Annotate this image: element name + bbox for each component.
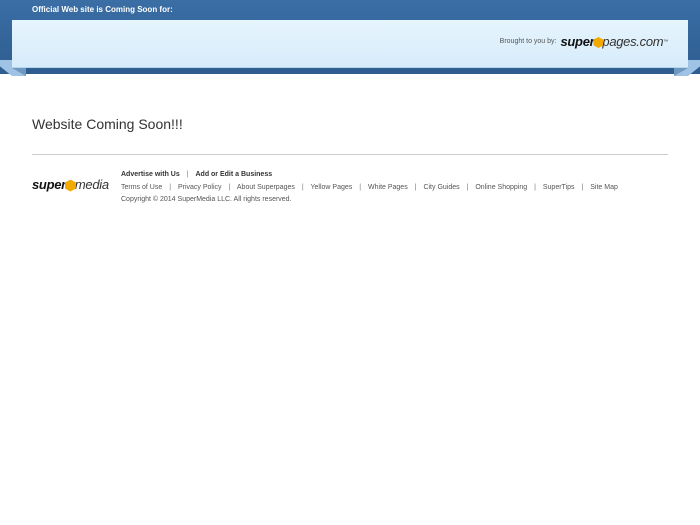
- link-separator: |: [228, 183, 231, 191]
- supertips-link[interactable]: SuperTips: [543, 184, 575, 191]
- link-separator: |: [186, 171, 189, 178]
- copyright-text: Copyright © 2014 SuperMedia LLC. All rig…: [121, 196, 292, 203]
- link-separator: |: [359, 183, 362, 191]
- brought-to-you-by: Brought to you by: super pages.com ™: [499, 34, 669, 49]
- advertise-link[interactable]: Advertise with Us: [121, 171, 180, 178]
- footer-links: Advertise with Us | Add or Edit a Busine…: [121, 169, 618, 207]
- page-headline: Website Coming Soon!!!: [32, 116, 183, 132]
- footer-secondary-links: Terms of Use | Privacy Policy | About Su…: [121, 182, 618, 195]
- online-shopping-link[interactable]: Online Shopping: [475, 184, 527, 191]
- privacy-policy-link[interactable]: Privacy Policy: [178, 184, 222, 191]
- link-separator: |: [414, 183, 417, 191]
- link-separator: |: [534, 183, 536, 191]
- trademark-mark: ™: [663, 38, 668, 45]
- city-guides-link[interactable]: City Guides: [423, 184, 459, 191]
- brought-label: Brought to you by:: [499, 38, 557, 45]
- superpages-logo-super: super: [560, 34, 595, 49]
- link-separator: |: [466, 183, 469, 191]
- superpages-logo[interactable]: super pages.com ™: [560, 34, 668, 49]
- superpages-logo-pages: pages.com: [602, 34, 664, 49]
- footer-primary-links: Advertise with Us | Add or Edit a Busine…: [121, 169, 618, 182]
- supermedia-logo-media: media: [74, 177, 109, 192]
- header-title: Official Web site is Coming Soon for:: [32, 5, 173, 14]
- link-separator: |: [169, 183, 172, 191]
- about-superpages-link[interactable]: About Superpages: [237, 184, 295, 191]
- link-separator: |: [301, 183, 304, 191]
- link-separator: |: [581, 183, 584, 191]
- supermedia-logo[interactable]: super media: [32, 177, 109, 192]
- supermedia-logo-super: super: [32, 177, 66, 192]
- add-edit-business-link[interactable]: Add or Edit a Business: [195, 171, 272, 178]
- white-pages-link[interactable]: White Pages: [368, 184, 408, 191]
- terms-of-use-link[interactable]: Terms of Use: [121, 184, 162, 191]
- content-divider: [32, 154, 668, 155]
- yellow-pages-link[interactable]: Yellow Pages: [311, 184, 353, 191]
- site-map-link[interactable]: Site Map: [590, 184, 618, 191]
